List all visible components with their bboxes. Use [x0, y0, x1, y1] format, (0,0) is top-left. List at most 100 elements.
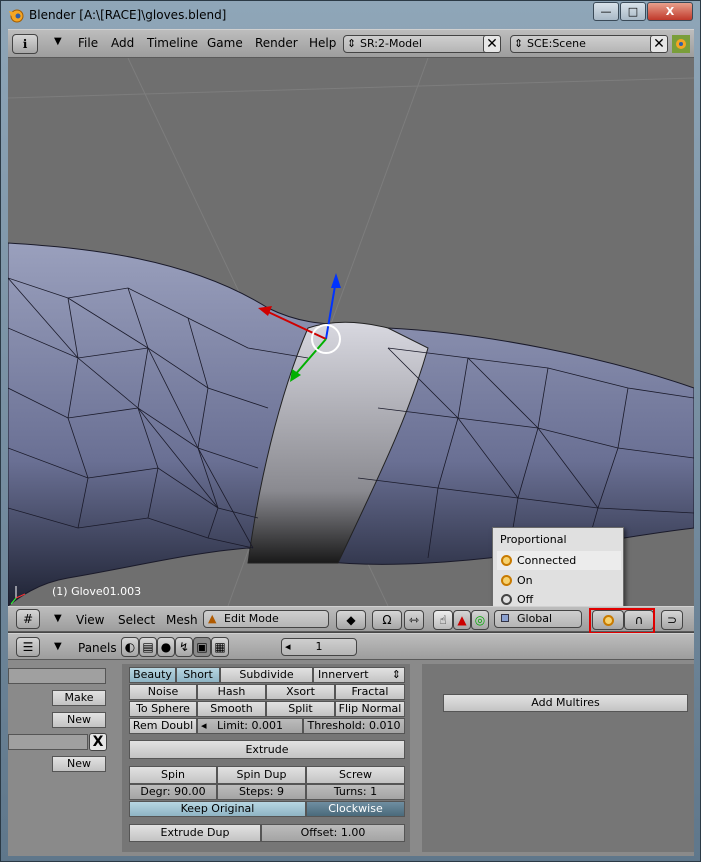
orientation-label: Global [517, 612, 553, 625]
orientation-icon [501, 614, 509, 622]
draw-type-icon[interactable]: ◆ [336, 610, 366, 630]
menu-view[interactable]: View [76, 613, 104, 627]
mode-label: Edit Mode [224, 612, 279, 625]
left-field[interactable] [8, 734, 88, 750]
close-window-button[interactable]: X [647, 2, 693, 21]
buttons-header: ☰ ▼ Panels ◐ ▤ ● ↯ ▣ ▦ ◂ 1 [8, 633, 694, 660]
spin-button[interactable]: Spin [129, 766, 217, 784]
add-multires-button[interactable]: Add Multires [443, 694, 688, 712]
chevron-down-icon[interactable]: ▼ [54, 613, 62, 624]
subdivide-button[interactable]: Subdivide [220, 667, 313, 683]
scene-name: SCE:Scene [527, 37, 586, 50]
threshold-value: Threshold: 0.010 [307, 719, 401, 732]
blender-logo-icon [672, 35, 690, 53]
scene-selector[interactable]: ⇕ SCE:Scene [510, 35, 668, 53]
arrow-left-icon: ◂ [201, 719, 207, 732]
window-title: Blender [A:\[RACE]\gloves.blend] [29, 8, 227, 22]
steps-field[interactable]: Steps: 9 [217, 784, 306, 800]
new-button[interactable]: New [52, 712, 106, 728]
to-sphere-button[interactable]: To Sphere [129, 701, 197, 717]
beauty-toggle[interactable]: Beauty [129, 667, 176, 683]
innervert-selector[interactable]: Innervert ⇕ [313, 667, 405, 683]
delete-scene-button[interactable]: ✕ [650, 35, 668, 53]
buttons-editor-icon[interactable]: ☰ [16, 637, 40, 657]
rotate-icon[interactable]: ◎ [471, 610, 489, 630]
limit-value: Limit: 0.001 [217, 719, 283, 732]
clockwise-toggle[interactable]: Clockwise [306, 801, 405, 817]
blender-client-area: ℹ ▼ File Add Timeline Game Render Help ⇕… [8, 29, 694, 856]
chevron-down-icon[interactable]: ▼ [54, 36, 62, 47]
extrude-dup-button[interactable]: Extrude Dup [129, 824, 261, 842]
translate-icon[interactable]: ▲ [453, 610, 471, 630]
rem-doubles-button[interactable]: Rem Doubl [129, 718, 197, 734]
hash-button[interactable]: Hash [197, 684, 266, 700]
split-button[interactable]: Split [266, 701, 335, 717]
menu-file[interactable]: File [78, 36, 98, 50]
steps-value: Steps: 9 [239, 785, 284, 798]
hand-icon[interactable]: ☝ [433, 610, 453, 630]
menu-mesh[interactable]: Mesh [166, 613, 198, 627]
arrow-left-icon: ◂ [285, 640, 291, 653]
new-button-2[interactable]: New [52, 756, 106, 772]
make-button[interactable]: Make [52, 690, 106, 706]
minimize-button[interactable]: — [593, 2, 619, 21]
object-context-icon[interactable]: ↯ [175, 637, 193, 657]
screw-button[interactable]: Screw [306, 766, 405, 784]
xsort-button[interactable]: Xsort [266, 684, 335, 700]
proportional-connected-label: Connected [517, 554, 577, 567]
proportional-on-item[interactable]: On [497, 571, 621, 590]
menu-add[interactable]: Add [111, 36, 134, 50]
turns-field[interactable]: Turns: 1 [306, 784, 405, 800]
offset-field[interactable]: Offset: 1.00 [261, 824, 405, 842]
edit-mode-icon: ▲ [208, 612, 217, 625]
flip-normal-button[interactable]: Flip Normal [335, 701, 405, 717]
view3d-editor-icon[interactable]: # [16, 609, 40, 629]
menu-render[interactable]: Render [255, 36, 298, 50]
logic-context-icon[interactable]: ◐ [121, 637, 139, 657]
screen-selector[interactable]: ⇕ SR:2-Model [343, 35, 501, 53]
turns-value: Turns: 1 [333, 785, 378, 798]
degrees-value: Degr: 90.00 [140, 785, 206, 798]
scene-context-icon[interactable]: ▦ [211, 637, 229, 657]
limit-field[interactable]: ◂ Limit: 0.001 [197, 718, 303, 734]
menu-game[interactable]: Game [207, 36, 243, 50]
panels-menu[interactable]: Panels [78, 641, 117, 655]
editing-context-icon[interactable]: ▣ [193, 637, 211, 657]
object-label: (1) Glove01.003 [52, 585, 142, 598]
mesh-render [8, 58, 694, 606]
extrude-button[interactable]: Extrude [129, 740, 405, 759]
delete-screen-button[interactable]: ✕ [483, 35, 501, 53]
3d-viewport[interactable] [8, 58, 694, 606]
proportional-menu-title: Proportional [500, 533, 567, 546]
menu-help[interactable]: Help [309, 36, 336, 50]
pivot-icon[interactable]: Ω [372, 610, 402, 630]
proportional-off-icon [501, 594, 512, 605]
shading-context-icon[interactable]: ● [157, 637, 175, 657]
remove-button[interactable]: X [89, 733, 107, 751]
spin-dup-button[interactable]: Spin Dup [217, 766, 306, 784]
smooth-button[interactable]: Smooth [197, 701, 266, 717]
updown-icon: ⇕ [347, 37, 357, 50]
info-editor-icon[interactable]: ℹ [12, 34, 38, 54]
menu-timeline[interactable]: Timeline [147, 36, 198, 50]
title-bar: Blender [A:\[RACE]\gloves.blend] — □ X [1, 1, 700, 29]
degrees-field[interactable]: Degr: 90.00 [129, 784, 217, 800]
multires-panel [422, 664, 694, 852]
short-toggle[interactable]: Short [176, 667, 220, 683]
script-context-icon[interactable]: ▤ [139, 637, 157, 657]
chevron-down-icon[interactable]: ▼ [54, 641, 62, 652]
transform-icon[interactable]: ⇿ [404, 610, 424, 630]
proportional-menu: Proportional Connected On Off [492, 527, 624, 609]
noise-button[interactable]: Noise [129, 684, 197, 700]
proportional-connected-item[interactable]: Connected [497, 551, 621, 570]
menu-select[interactable]: Select [118, 613, 155, 627]
mode-selector[interactable]: ▲ Edit Mode [203, 610, 329, 628]
maximize-button[interactable]: □ [620, 2, 646, 21]
left-panel-header [8, 668, 106, 684]
updown-icon: ⇕ [514, 37, 524, 50]
threshold-field[interactable]: Threshold: 0.010 [303, 718, 405, 734]
keep-original-toggle[interactable]: Keep Original [129, 801, 306, 817]
frame-field[interactable]: ◂ 1 [281, 638, 357, 656]
proportional-connected-icon [501, 555, 512, 566]
fractal-button[interactable]: Fractal [335, 684, 405, 700]
